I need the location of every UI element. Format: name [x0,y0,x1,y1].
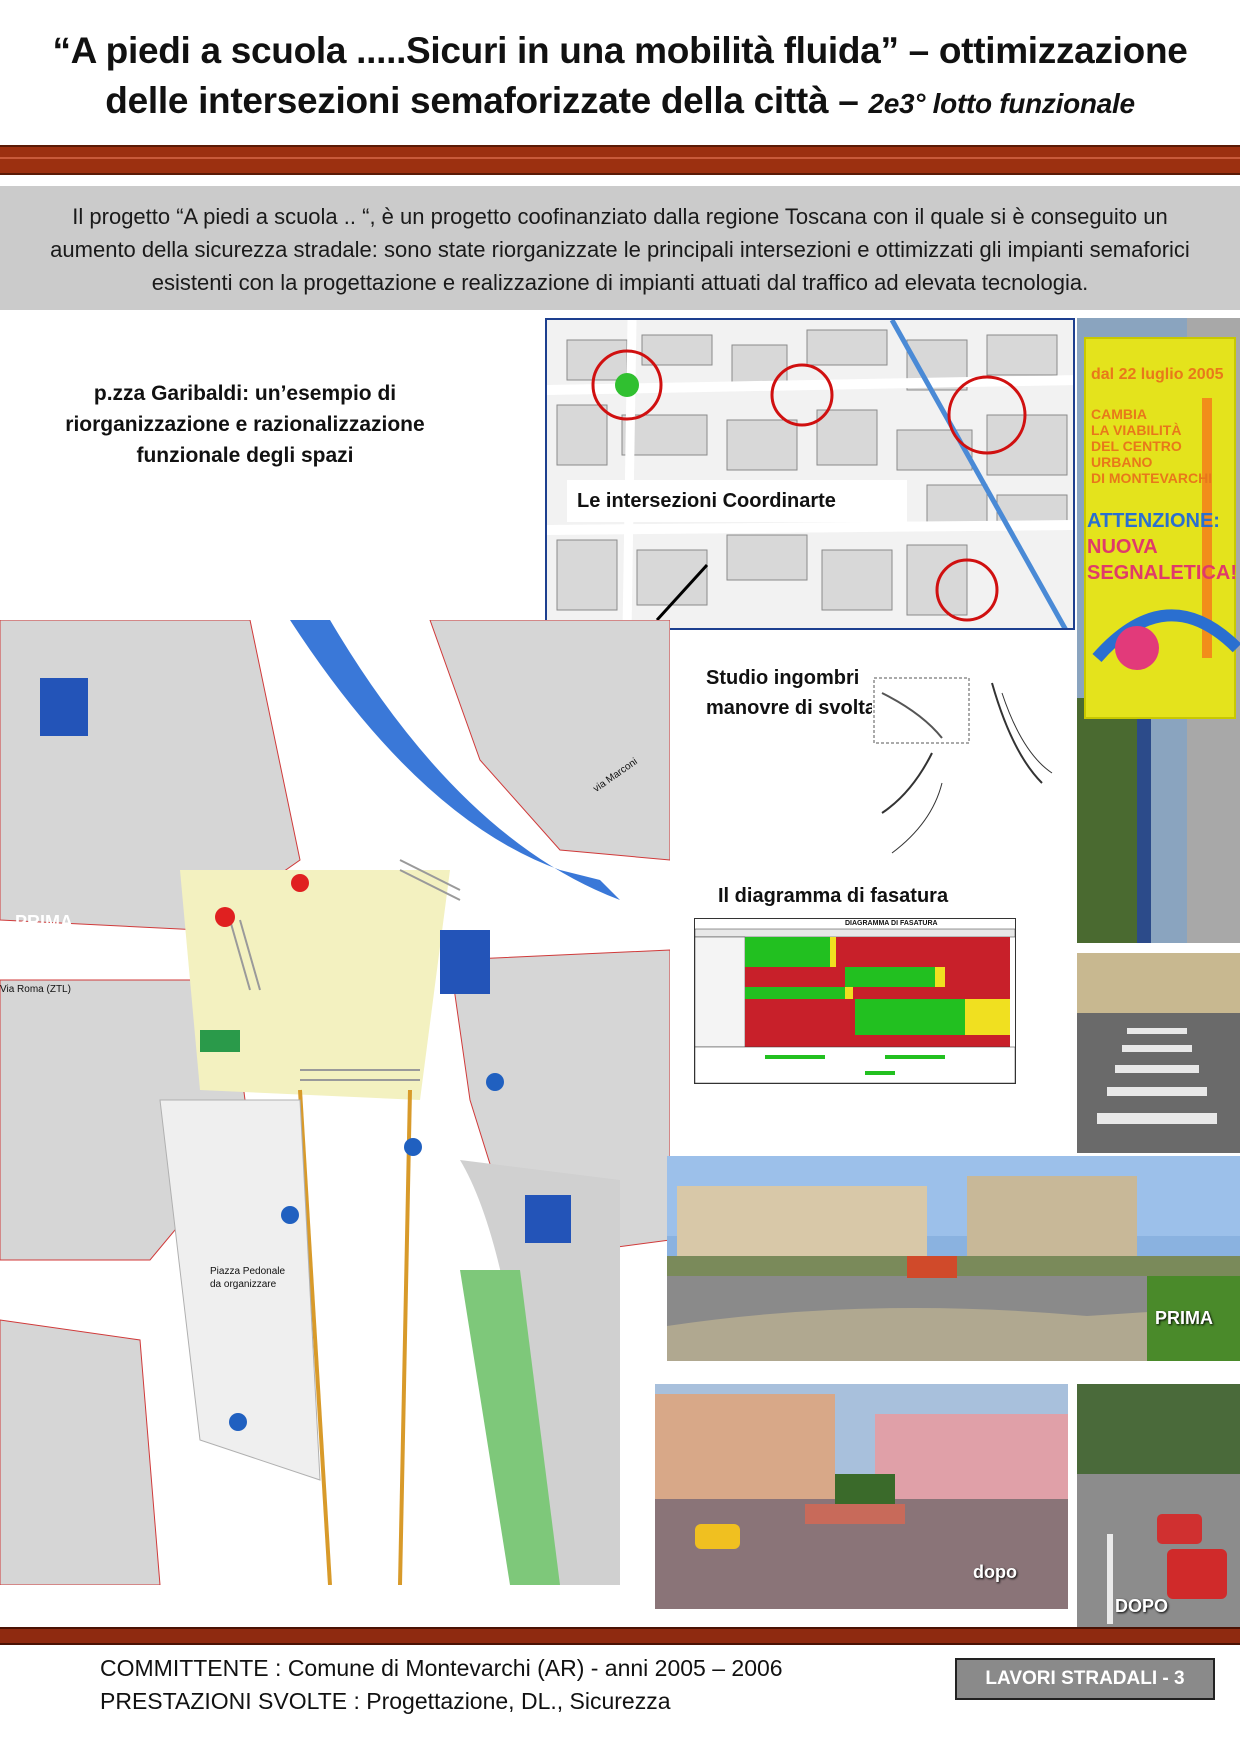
city-map-drawing [547,320,1073,628]
coordinated-map-label: Le intersezioni Coordinarte [567,480,907,522]
plan-drawing-svg [0,620,670,1585]
footer-prestazioni: PRESTAZIONI SVOLTE : Progettazione, DL.,… [100,1688,671,1714]
title-line-1: “A piedi a scuola .....Sicuri in una mob… [52,30,1188,71]
before-photo-tag: PRIMA [1155,1308,1213,1328]
footer-committente: COMMITTENTE : Comune di Montevarchi (AR)… [100,1655,783,1681]
plan-label-prima: PRIMA [15,912,73,932]
banner-headline: CAMBIA LA VIABILITÀ DEL CENTRO URBANO DI… [1091,406,1231,486]
after-photo: dopo [655,1384,1068,1609]
banner-attention: ATTENZIONE: NUOVA SEGNALETICA! [1087,508,1237,586]
banner-photo: dal 22 luglio 2005 CAMBIA LA VIABILITÀ D… [1077,318,1240,943]
garibaldi-plan-drawing: PRIMA Via Roma (ZTL) via Marconi Piazza … [0,620,670,1585]
title-line-2-main: delle intersezioni semaforizzate della c… [105,80,859,121]
phase-diagram-svg [694,928,1016,1084]
footer-info: COMMITTENTE : Comune di Montevarchi (AR)… [100,1652,783,1718]
banner-line4: DI MONTEVARCHI [1091,470,1213,486]
footer-band [0,1627,1240,1645]
banner-line6: SEGNALETICA! [1087,562,1237,584]
banner-date: dal 22 luglio 2005 [1091,366,1224,383]
crosswalk-photo-drawing [1077,953,1240,1153]
before-photo-drawing [667,1156,1240,1361]
before-photo: PRIMA [667,1156,1240,1361]
footer-badge: LAVORI STRADALI - 3 [955,1658,1215,1700]
header-band-stripe [0,157,1240,159]
page-title: “A piedi a scuola .....Sicuri in una mob… [30,26,1210,129]
ingombri-caption: Studio ingombri manovre di svolta [706,663,876,723]
garibaldi-caption: p.zza Garibaldi: un’esempio di riorganiz… [65,382,425,467]
plan-label-via-roma: Via Roma (ZTL) [0,984,71,995]
ingombri-line-1: Studio ingombri [706,667,860,689]
banner-line3: DEL CENTRO URBANO [1091,438,1182,470]
after-street-photo-drawing [1077,1384,1240,1627]
after-street-photo-tag: DOPO [1115,1596,1169,1616]
banner-line1: CAMBIA [1091,406,1147,422]
plan-label-piazza-pedonale: Piazza Pedonale da organizzare [210,1266,286,1290]
banner-line5: NUOVA [1087,536,1158,558]
banner-line2: LA VIABILITÀ [1091,422,1182,438]
after-street-photo: DOPO [1077,1384,1240,1627]
phase-diagram-header: DIAGRAMMA DI FASATURA [845,920,938,927]
after-photo-tag: dopo [973,1562,1017,1582]
ingombri-line-2: manovre di svolta [706,697,877,719]
header-band [0,145,1240,175]
turning-study-svg [872,673,1054,873]
intro-text: Il progetto “A piedi a scuola .. “, è un… [50,204,1190,295]
intro-box: Il progetto “A piedi a scuola .. “, è un… [0,186,1240,310]
phase-diagram: DIAGRAMMA DI FASATURA [694,918,1016,1084]
crosswalk-photo [1077,953,1240,1153]
title-suffix: 2e3° lotto funzionale [868,88,1135,119]
turning-study-drawing [872,673,1054,873]
banner-attention-label: ATTENZIONE: [1087,510,1220,532]
fasatura-caption: Il diagramma di fasatura [718,885,949,907]
coordinated-intersections-map: Le intersezioni Coordinarte [545,318,1075,630]
title-line-2: delle intersezioni semaforizzate della c… [30,76,1210,129]
